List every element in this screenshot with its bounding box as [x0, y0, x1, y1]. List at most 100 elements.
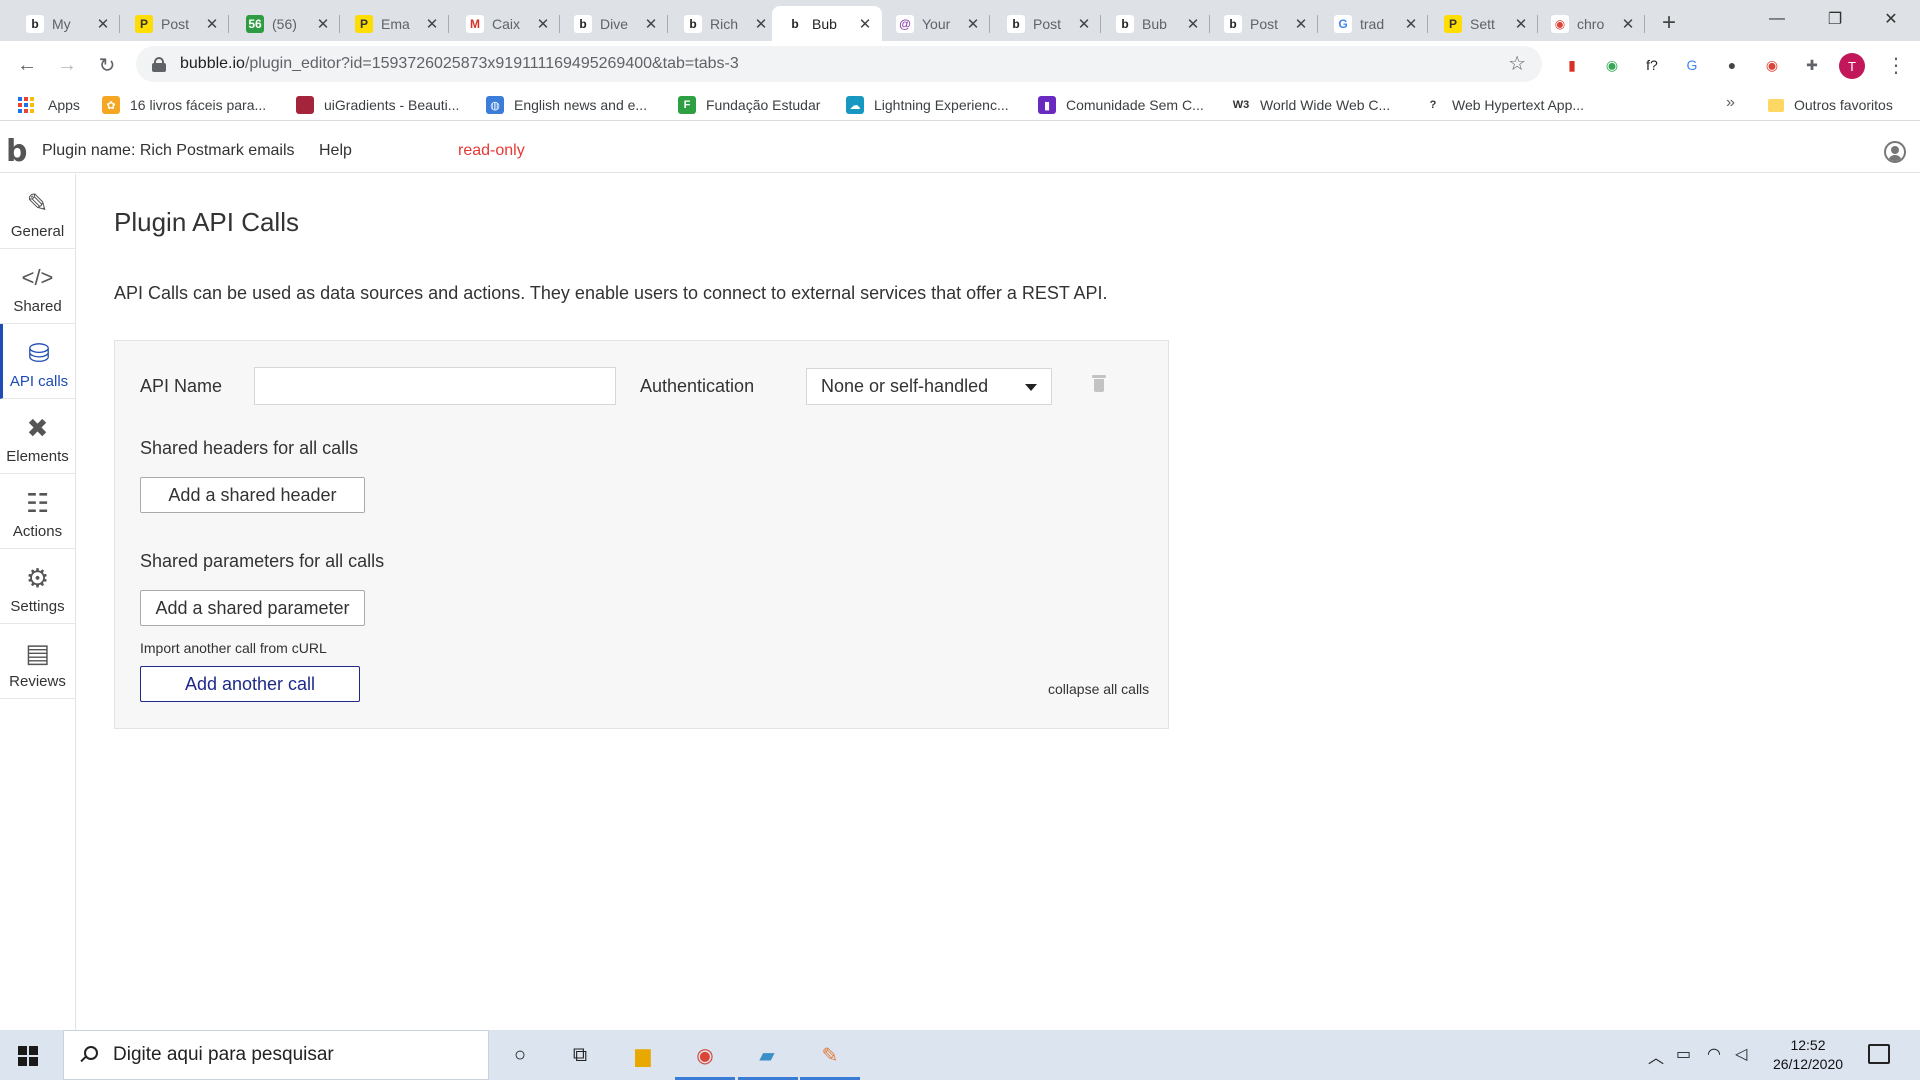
- color-picker-ext-icon[interactable]: ◉: [1601, 54, 1623, 76]
- notifications-icon[interactable]: [1868, 1044, 1890, 1064]
- tab-close-icon[interactable]: ✕: [1292, 15, 1310, 33]
- user-account-icon[interactable]: [1884, 141, 1906, 163]
- tab-close-icon[interactable]: ✕: [1184, 15, 1202, 33]
- tab-close-icon[interactable]: ✕: [534, 15, 552, 33]
- browser-tab[interactable]: 56 (56) ✕: [232, 6, 340, 41]
- task-view-icon[interactable]: ⧉: [565, 1040, 595, 1070]
- add-shared-header-button[interactable]: Add a shared header: [140, 477, 365, 513]
- tab-close-icon[interactable]: ✕: [752, 15, 770, 33]
- tray-chevron-up-icon[interactable]: ︿: [1648, 1044, 1664, 1068]
- sidebar-item-shared[interactable]: </> Shared: [0, 249, 75, 324]
- bookmark-star-icon[interactable]: ☆: [1508, 51, 1526, 76]
- tab-close-icon[interactable]: ✕: [203, 15, 221, 33]
- browser-tab[interactable]: b Post ✕: [993, 6, 1101, 41]
- bookmark-item[interactable]: F Fundação Estudar: [678, 94, 820, 116]
- other-bookmarks[interactable]: Outros favoritos: [1768, 94, 1893, 116]
- taskbar-search[interactable]: Digite aqui para pesquisar: [63, 1030, 489, 1080]
- bookmarks-overflow-icon[interactable]: »: [1726, 94, 1735, 112]
- tab-close-icon[interactable]: ✕: [856, 15, 874, 33]
- tab-close-icon[interactable]: ✕: [1075, 15, 1093, 33]
- lock-icon[interactable]: [152, 57, 166, 72]
- sidebar-item-api-calls[interactable]: ⛁ API calls: [0, 324, 75, 399]
- tab-close-icon[interactable]: ✕: [314, 15, 332, 33]
- profile-avatar[interactable]: T: [1839, 53, 1865, 79]
- window-minimize-icon[interactable]: —: [1748, 0, 1806, 38]
- bookmark-item[interactable]: ? Web Hypertext App...: [1424, 94, 1584, 116]
- puzzle-ext-icon[interactable]: ✚: [1801, 54, 1823, 76]
- bookmark-ext-icon[interactable]: ▮: [1561, 54, 1583, 76]
- import-curl-link[interactable]: Import another call from cURL: [140, 640, 327, 656]
- bubble-logo-icon[interactable]: b: [6, 134, 27, 169]
- bookmark-item[interactable]: ▮ Comunidade Sem C...: [1038, 94, 1204, 116]
- sidebar-item-elements[interactable]: ✖ Elements: [0, 399, 75, 474]
- notepad-taskbar-icon[interactable]: ▰: [752, 1040, 782, 1070]
- page-description: API Calls can be used as data sources an…: [114, 283, 1108, 303]
- sidebar-item-actions[interactable]: ☷ Actions: [0, 474, 75, 549]
- tab-close-icon[interactable]: ✕: [423, 15, 441, 33]
- tab-close-icon[interactable]: ✕: [964, 15, 982, 33]
- add-another-call-button[interactable]: Add another call: [140, 666, 360, 702]
- tab-close-icon[interactable]: ✕: [1619, 15, 1637, 33]
- help-menu[interactable]: Help: [319, 142, 352, 160]
- api-name-input[interactable]: [254, 367, 616, 405]
- add-shared-parameter-button[interactable]: Add a shared parameter: [140, 590, 365, 626]
- sidebar-item-label: Elements: [6, 448, 69, 465]
- url-text[interactable]: bubble.io/plugin_editor?id=1593726025873…: [180, 55, 739, 73]
- bookmark-favicon-icon: ▮: [1038, 96, 1056, 114]
- volume-icon[interactable]: ◁: [1735, 1044, 1747, 1064]
- font-ext-icon[interactable]: f?: [1641, 54, 1663, 76]
- browser-tab[interactable]: P Ema ✕: [341, 6, 449, 41]
- back-button[interactable]: ←: [12, 50, 42, 80]
- windows-start-icon[interactable]: [18, 1046, 38, 1066]
- bookmark-item[interactable]: uiGradients - Beauti...: [296, 94, 459, 116]
- tab-close-icon[interactable]: ✕: [642, 15, 660, 33]
- chrome-menu-icon[interactable]: ⋮: [1886, 53, 1906, 78]
- browser-tab[interactable]: b Rich ✕: [670, 6, 778, 41]
- translate-ext-icon[interactable]: G: [1681, 54, 1703, 76]
- dark-ext-icon[interactable]: ●: [1721, 54, 1743, 76]
- browser-tab[interactable]: b Bub ✕: [772, 6, 882, 41]
- browser-tab[interactable]: b My ✕: [12, 6, 120, 41]
- browser-tab[interactable]: M Caix ✕: [452, 6, 560, 41]
- reload-button[interactable]: ↻: [92, 50, 122, 80]
- browser-tab[interactable]: @ Your ✕: [882, 6, 990, 41]
- bookmark-item[interactable]: ◍ English news and e...: [486, 94, 647, 116]
- forward-button[interactable]: →: [52, 50, 82, 80]
- browser-tab[interactable]: P Post ✕: [121, 6, 229, 41]
- paint-taskbar-icon[interactable]: ✎: [815, 1040, 845, 1070]
- browser-tab[interactable]: Gtrad ✕: [1320, 6, 1428, 41]
- wifi-icon[interactable]: ◠: [1707, 1044, 1721, 1064]
- window-close-icon[interactable]: ✕: [1862, 0, 1920, 38]
- code-icon: </>: [21, 265, 54, 290]
- tab-close-icon[interactable]: ✕: [94, 15, 112, 33]
- collapse-all-calls-link[interactable]: collapse all calls: [1048, 681, 1149, 697]
- bookmark-item[interactable]: ☁ Lightning Experienc...: [846, 94, 1009, 116]
- address-bar[interactable]: bubble.io/plugin_editor?id=1593726025873…: [136, 46, 1542, 82]
- sidebar-item-reviews[interactable]: ▤ Reviews: [0, 624, 75, 699]
- browser-tab[interactable]: ◉ chro ✕: [1537, 6, 1645, 41]
- chrome-taskbar-icon[interactable]: ◉: [690, 1040, 720, 1070]
- chrome-ext-icon[interactable]: ◉: [1761, 54, 1783, 76]
- window-maximize-icon[interactable]: ❐: [1806, 0, 1864, 38]
- authentication-select[interactable]: None or self-handled: [806, 368, 1052, 405]
- bookmark-item[interactable]: ✿ 16 livros fáceis para...: [102, 94, 266, 116]
- sidebar-item-general[interactable]: ✎ General: [0, 174, 75, 249]
- tab-close-icon[interactable]: ✕: [1402, 15, 1420, 33]
- cortana-icon[interactable]: ○: [505, 1040, 535, 1070]
- tab-close-icon[interactable]: ✕: [1512, 15, 1530, 33]
- bookmark-favicon-icon: F: [678, 96, 696, 114]
- new-tab-button[interactable]: +: [1656, 9, 1682, 36]
- bookmark-item[interactable]: W3 World Wide Web C...: [1232, 94, 1390, 116]
- bookmark-item[interactable]: Apps: [18, 94, 80, 116]
- battery-icon[interactable]: ▭: [1676, 1044, 1691, 1064]
- bookmarks-bar: » Outros favoritos Apps ✿ 16 livros fáceis…: [0, 88, 1920, 121]
- browser-tab[interactable]: P Sett ✕: [1430, 6, 1538, 41]
- bookmark-label: English news and e...: [514, 97, 648, 113]
- taskbar-clock[interactable]: 12:52 26/12/2020: [1760, 1036, 1856, 1074]
- browser-tab[interactable]: b Dive ✕: [560, 6, 668, 41]
- browser-tab[interactable]: b Bub ✕: [1102, 6, 1210, 41]
- sidebar-item-settings[interactable]: ⚙ Settings: [0, 549, 75, 624]
- trash-icon[interactable]: [1092, 375, 1106, 392]
- browser-tab[interactable]: b Post ✕: [1210, 6, 1318, 41]
- file-explorer-icon[interactable]: ▆: [628, 1040, 658, 1070]
